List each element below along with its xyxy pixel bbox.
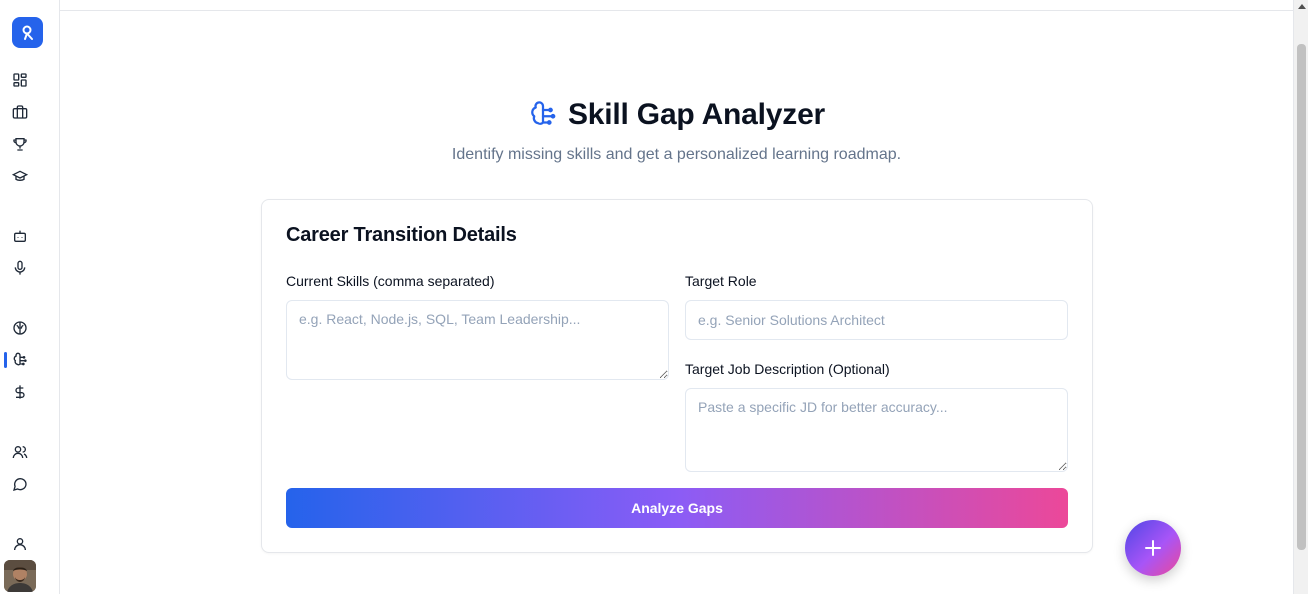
sidebar-item-dashboard[interactable] — [10, 70, 30, 90]
brain-circuit-icon — [531, 101, 556, 125]
target-role-label: Target Role — [685, 273, 757, 289]
sidebar-item-skill-gap[interactable] — [10, 350, 30, 370]
avatar-photo — [4, 560, 36, 592]
brain-icon — [13, 321, 27, 335]
bot-icon — [14, 230, 26, 242]
card-title: Career Transition Details — [286, 224, 517, 246]
sidebar-item-network[interactable] — [10, 442, 30, 462]
sidebar-item-learning[interactable] — [10, 166, 30, 186]
job-description-input[interactable] — [685, 388, 1068, 472]
page-header: Skill Gap Analyzer — [0, 98, 1308, 132]
dashboard-icon — [13, 73, 27, 87]
microphone-icon — [14, 260, 26, 275]
sidebar-item-ai-bot[interactable] — [10, 226, 30, 246]
graduation-cap-icon — [12, 170, 28, 181]
scroll-thumb[interactable] — [1297, 44, 1306, 550]
user-icon — [14, 538, 26, 551]
sidebar — [0, 0, 60, 594]
brain-circuit-icon — [13, 352, 27, 366]
sidebar-item-messages[interactable] — [10, 474, 30, 494]
app-logo[interactable] — [12, 17, 43, 48]
avatar[interactable] — [4, 560, 36, 592]
career-transition-card: Career Transition Details Current Skills… — [261, 199, 1093, 553]
page-title: Skill Gap Analyzer — [567, 98, 826, 131]
analyze-gaps-button[interactable]: Analyze Gaps — [286, 488, 1068, 528]
top-divider — [60, 10, 1293, 11]
job-description-label: Target Job Description (Optional) — [685, 361, 890, 377]
logo-icon — [22, 25, 33, 40]
current-skills-label: Current Skills (comma separated) — [286, 273, 495, 289]
sidebar-item-salary[interactable] — [10, 382, 30, 402]
plus-icon — [1145, 540, 1161, 556]
chat-icon — [13, 478, 27, 491]
users-icon — [12, 446, 28, 459]
vertical-scrollbar[interactable] — [1293, 0, 1308, 594]
active-indicator — [4, 352, 7, 368]
target-role-input[interactable] — [685, 300, 1068, 340]
scroll-up-arrow-icon[interactable] — [1298, 4, 1306, 9]
sidebar-item-brain[interactable] — [10, 318, 30, 338]
dollar-icon — [15, 385, 25, 399]
sidebar-item-interview[interactable] — [10, 258, 30, 278]
page-subtitle: Identify missing skills and get a person… — [451, 146, 902, 163]
sidebar-item-profile[interactable] — [10, 534, 30, 554]
current-skills-input[interactable] — [286, 300, 669, 380]
add-fab-button[interactable] — [1125, 520, 1181, 576]
